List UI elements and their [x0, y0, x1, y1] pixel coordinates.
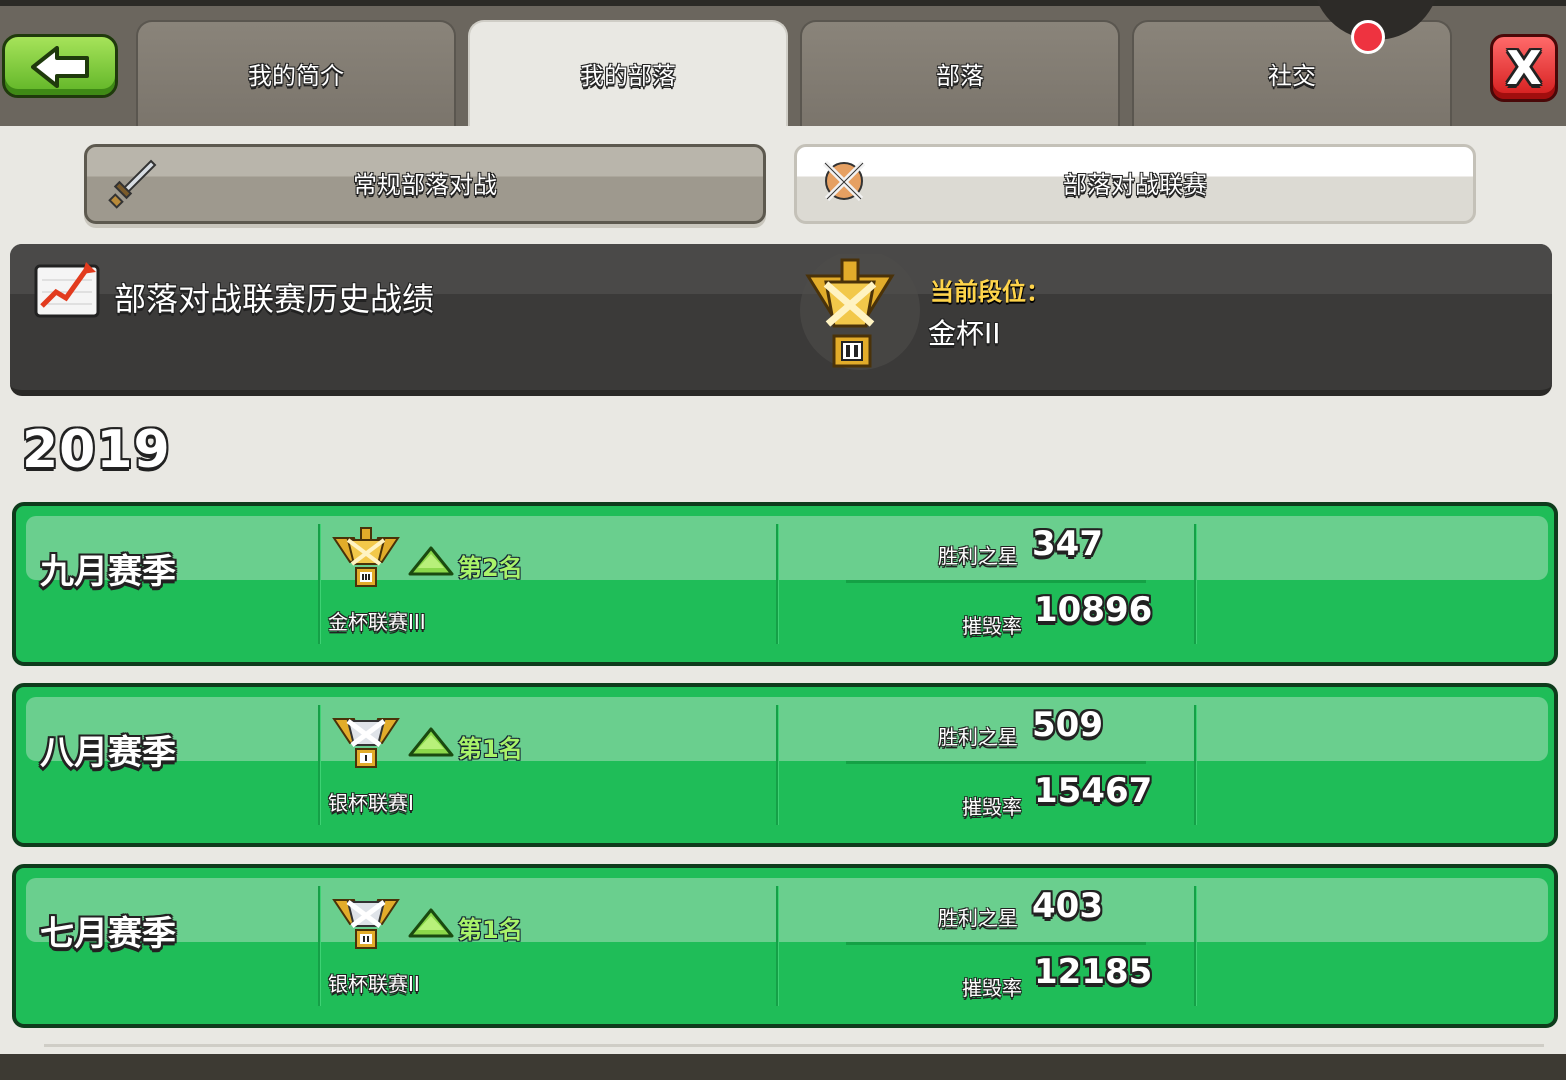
- divider: [1194, 705, 1196, 825]
- divider: [318, 886, 320, 1006]
- divider: [776, 705, 778, 825]
- back-button[interactable]: [2, 34, 118, 98]
- notification-dot: [1351, 20, 1385, 54]
- rank-text: 第1名: [458, 735, 523, 763]
- row-highlight: [26, 878, 1548, 942]
- row-highlight: [26, 697, 1548, 761]
- tab-my-clan[interactable]: 我的部落: [468, 20, 788, 130]
- row-highlight: [26, 516, 1548, 580]
- league-name: 银杯联赛I: [328, 791, 414, 815]
- divider: [776, 886, 778, 1006]
- destruction-label: 摧毁率: [962, 976, 1022, 1000]
- stars-label: 胜利之星: [938, 906, 1018, 930]
- top-bar: 我的简介 我的部落 部落 社交 X: [0, 0, 1566, 130]
- trophy-icon: [332, 718, 400, 768]
- divider: [318, 705, 320, 825]
- current-rank-value: 金杯II: [928, 317, 1001, 350]
- subtab-war-league[interactable]: 部落对战联赛: [794, 144, 1476, 224]
- divider: [776, 524, 778, 644]
- league-history-header: 部落对战联赛历史战绩 当前段位： 金杯II: [10, 244, 1552, 396]
- divider: [1194, 886, 1196, 1006]
- destruction-label: 摧毁率: [962, 614, 1022, 638]
- main-panel: 常规部落对战 部落对战联赛 部落对战联赛历史战绩 当前段位： 金杯II 2019…: [0, 126, 1566, 1054]
- destruction-value: 15467: [1034, 771, 1153, 811]
- divider: [846, 942, 1146, 945]
- destruction-value: 12185: [1034, 952, 1153, 992]
- subtab-label: 常规部落对战: [353, 171, 497, 199]
- season-name: 八月赛季: [40, 733, 176, 773]
- tab-label: 我的简介: [248, 62, 344, 90]
- league-name: 金杯联赛III: [328, 610, 426, 634]
- tab-label: 我的部落: [580, 62, 676, 90]
- rank-text: 第2名: [458, 554, 523, 582]
- divider: [846, 580, 1146, 583]
- rank-text: 第1名: [458, 916, 523, 944]
- stars-label: 胜利之星: [938, 544, 1018, 568]
- subtab-label: 部落对战联赛: [1063, 171, 1207, 199]
- list-end-divider: [44, 1044, 1544, 1047]
- trophy-icon: [332, 899, 400, 949]
- subtab-regular-war[interactable]: 常规部落对战: [84, 144, 766, 224]
- trophy-icon: [332, 527, 400, 587]
- crossed-swords-shield-icon: [822, 160, 866, 202]
- divider: [846, 761, 1146, 764]
- history-title: 部落对战联赛历史战绩: [114, 280, 435, 318]
- sword-icon: [108, 159, 157, 209]
- stars-label: 胜利之星: [938, 725, 1018, 749]
- year-heading: 2019: [22, 420, 171, 480]
- chart-icon: [34, 262, 100, 318]
- promotion-arrow-icon: [408, 546, 454, 576]
- divider: [1194, 524, 1196, 644]
- stars-value: 347: [1032, 524, 1103, 564]
- current-rank-label: 当前段位：: [930, 278, 1050, 306]
- league-name: 银杯联赛II: [328, 972, 420, 996]
- tab-label: 社交: [1268, 62, 1316, 90]
- back-arrow-icon: [31, 46, 89, 88]
- destruction-label: 摧毁率: [962, 795, 1022, 819]
- season-row: 九月赛季 第2名 金杯联赛III 胜利之星 347 摧毁率 10896: [12, 502, 1558, 666]
- promotion-arrow-icon: [408, 727, 454, 757]
- divider: [318, 524, 320, 644]
- destruction-value: 10896: [1034, 590, 1153, 630]
- tab-social[interactable]: 社交: [1132, 20, 1452, 130]
- promotion-arrow-icon: [408, 908, 454, 938]
- season-row: 七月赛季 第1名 银杯联赛II 胜利之星 403 摧毁率 12185: [12, 864, 1558, 1028]
- tab-clans[interactable]: 部落: [800, 20, 1120, 130]
- trophy-icon: [800, 254, 920, 370]
- close-icon: X: [1506, 41, 1542, 95]
- tab-my-profile[interactable]: 我的简介: [136, 20, 456, 130]
- stars-value: 403: [1032, 886, 1103, 926]
- stars-value: 509: [1032, 705, 1103, 745]
- season-name: 七月赛季: [40, 914, 176, 954]
- season-row: 八月赛季 第1名 银杯联赛I 胜利之星 509 摧毁率 15467: [12, 683, 1558, 847]
- season-name: 九月赛季: [40, 552, 176, 592]
- close-button[interactable]: X: [1490, 34, 1558, 102]
- tab-label: 部落: [936, 62, 984, 90]
